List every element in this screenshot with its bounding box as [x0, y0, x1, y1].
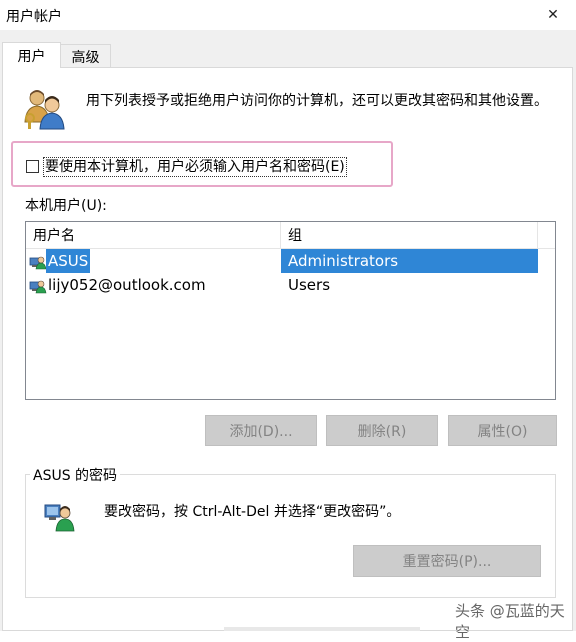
- remove-button-label: 删除(R): [357, 423, 407, 440]
- add-button[interactable]: 添加(D)...: [205, 415, 317, 446]
- user-group: Users: [288, 276, 331, 294]
- tab-users[interactable]: 用户: [2, 42, 61, 68]
- column-header-group[interactable]: 组: [281, 222, 538, 248]
- watermark: 头条 @瓦蓝的天空: [455, 602, 565, 641]
- window-title: 用户帐户: [6, 9, 62, 25]
- users-list[interactable]: 用户名 组 ASUS Administrators lijy052@outloo…: [25, 221, 556, 400]
- close-icon: ✕: [547, 7, 559, 23]
- user-name: ASUS: [46, 249, 91, 273]
- user-name: lijy052@outlook.com: [48, 276, 206, 294]
- user-group: Administrators: [281, 249, 538, 273]
- user-name-cell: ASUS: [46, 249, 281, 273]
- column-header-username[interactable]: 用户名: [26, 222, 281, 248]
- add-button-label: 添加(D)...: [229, 423, 293, 440]
- properties-button[interactable]: 属性(O): [448, 415, 557, 446]
- close-button[interactable]: ✕: [530, 0, 576, 30]
- password-instructions: 要改密码，按 Ctrl-Alt-Del 并选择“更改密码”。: [104, 504, 401, 520]
- title-bar: 用户帐户 ✕: [0, 0, 576, 30]
- tab-advanced-label: 高级: [71, 49, 100, 66]
- password-groupbox-title: ASUS 的密码: [30, 465, 121, 485]
- bottom-strip: [224, 627, 420, 631]
- password-user-icon: [44, 498, 76, 532]
- list-item[interactable]: lijy052@outlook.com Users: [26, 273, 538, 297]
- column-header-group-label: 组: [288, 228, 302, 244]
- require-password-label[interactable]: 要使用本计算机，用户必须输入用户名和密码(E): [43, 157, 347, 177]
- password-groupbox: [25, 474, 556, 598]
- remove-button[interactable]: 删除(R): [326, 415, 438, 446]
- local-users-label: 本机用户(U):: [25, 198, 107, 214]
- properties-button-label: 属性(O): [477, 423, 528, 440]
- user-accounts-window: 用户帐户 ✕ 用户 高级 用下列表授予或拒绝用户访问你的计算机，还可以更改其密码…: [0, 0, 576, 641]
- tab-users-label: 用户: [17, 48, 46, 65]
- require-password-checkbox[interactable]: [26, 160, 39, 173]
- users-icon: [22, 88, 68, 130]
- description-text: 用下列表授予或拒绝用户访问你的计算机，还可以更改其密码和其他设置。: [86, 93, 548, 109]
- list-header: 用户名 组: [26, 222, 555, 249]
- reset-password-button-label: 重置密码(P)...: [402, 554, 492, 570]
- column-header-username-label: 用户名: [33, 228, 75, 244]
- user-icon: [29, 256, 47, 270]
- user-name-cell: lijy052@outlook.com: [46, 273, 281, 297]
- tab-advanced[interactable]: 高级: [60, 44, 111, 68]
- reset-password-button[interactable]: 重置密码(P)...: [353, 545, 541, 577]
- user-icon: [29, 280, 47, 294]
- list-item[interactable]: ASUS Administrators: [26, 249, 538, 273]
